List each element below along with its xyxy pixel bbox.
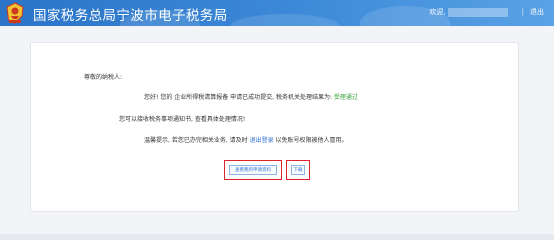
logout-tip: 温馨提示, 若您已办完相关业务, 请及时 退出登录 以免账号权限被他人冒用。 [144, 135, 348, 144]
logout-tip-prefix: 温馨提示, 若您已办完相关业务, 请及时 [144, 137, 248, 144]
greeting-text: 尊敬的纳税人: [84, 74, 123, 81]
top-header: 国家税务总局宁波市电子税务局 欢迎, | 退出 [0, 0, 554, 26]
site-title: 国家税务总局宁波市电子税务局 [33, 8, 228, 24]
welcome-text: 欢迎, [429, 8, 446, 16]
footer-strip [0, 234, 554, 240]
highlight-box: 查看我的申请资料 [224, 160, 282, 180]
notice-message: 您可以接收税务事项通知书, 查看具体处理情况! [119, 116, 246, 123]
username-redacted [447, 7, 508, 17]
highlight-box: 下载 [286, 160, 310, 180]
download-button[interactable]: 下载 [291, 165, 305, 175]
logout-tip-suffix: 以免账号权限被他人冒用。 [275, 137, 348, 144]
tax-emblem-icon [6, 2, 24, 24]
status-result: 受理通过 [333, 94, 358, 101]
logout-tip-link[interactable]: 退出登录 [250, 137, 274, 144]
header-separator: | [521, 8, 524, 16]
result-message-text: 您好! 您的 企业所得税清算报备 申请已成功提交, 税务机关处理结果为: [144, 94, 332, 101]
view-materials-button[interactable]: 查看我的申请资料 [229, 165, 277, 175]
header-decoration [230, 14, 340, 26]
result-message: 您好! 您的 企业所得税清算报备 申请已成功提交, 税务机关处理结果为: 受理通… [144, 92, 358, 101]
logout-link[interactable]: 退出 [530, 7, 544, 17]
result-card: 尊敬的纳税人: 您好! 您的 企业所得税清算报备 申请已成功提交, 税务机关处理… [30, 42, 519, 212]
user-area: 欢迎, | 退出 [429, 7, 544, 17]
